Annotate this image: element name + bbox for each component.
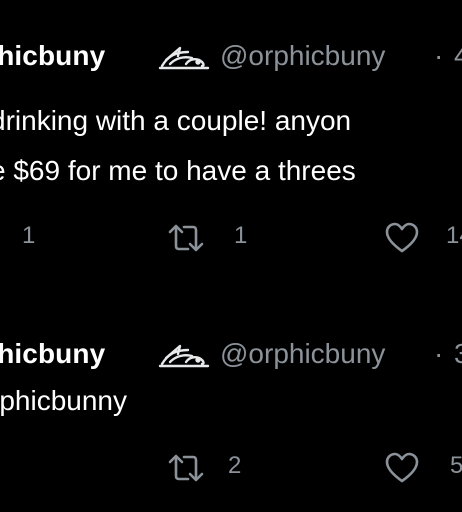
tweet-text-line: drinking with a couple! anyon	[0, 105, 352, 136]
tweet-text-line: rphicbunny	[0, 385, 127, 416]
tweet-header: phicbuny @orphicbuny · 3	[0, 336, 462, 372]
bunny-logo-icon	[158, 44, 212, 72]
tweet-actions: 2 5	[0, 448, 462, 488]
like-count[interactable]: 5	[450, 452, 462, 480]
retweet-icon[interactable]	[166, 450, 206, 486]
heart-icon[interactable]	[384, 220, 420, 256]
tweet-actions: 1 1 14	[0, 218, 462, 258]
tweet-text: drinking with a couple! anyon e $69 for …	[0, 96, 462, 196]
timestamp[interactable]: 3	[454, 338, 462, 370]
reply-count[interactable]: 1	[22, 222, 35, 250]
like-count[interactable]: 14	[446, 222, 462, 250]
retweet-count[interactable]: 2	[228, 452, 241, 480]
tweet-header: phicbuny @orphicbuny · 4	[0, 38, 462, 74]
separator-dot: ·	[434, 338, 444, 369]
bunny-logo-icon	[158, 342, 212, 370]
tweet-text-line: e $69 for me to have a threes	[0, 155, 356, 186]
user-handle[interactable]: @orphicbuny	[220, 338, 385, 370]
display-name[interactable]: phicbuny	[0, 40, 105, 72]
retweet-icon[interactable]	[166, 220, 206, 256]
heart-icon[interactable]	[384, 450, 420, 486]
user-handle[interactable]: @orphicbuny	[220, 40, 385, 72]
retweet-count[interactable]: 1	[234, 222, 247, 250]
timestamp[interactable]: 4	[454, 40, 462, 72]
tweet-text: rphicbunny	[0, 376, 462, 426]
separator-dot: ·	[434, 40, 444, 71]
display-name[interactable]: phicbuny	[0, 338, 105, 370]
